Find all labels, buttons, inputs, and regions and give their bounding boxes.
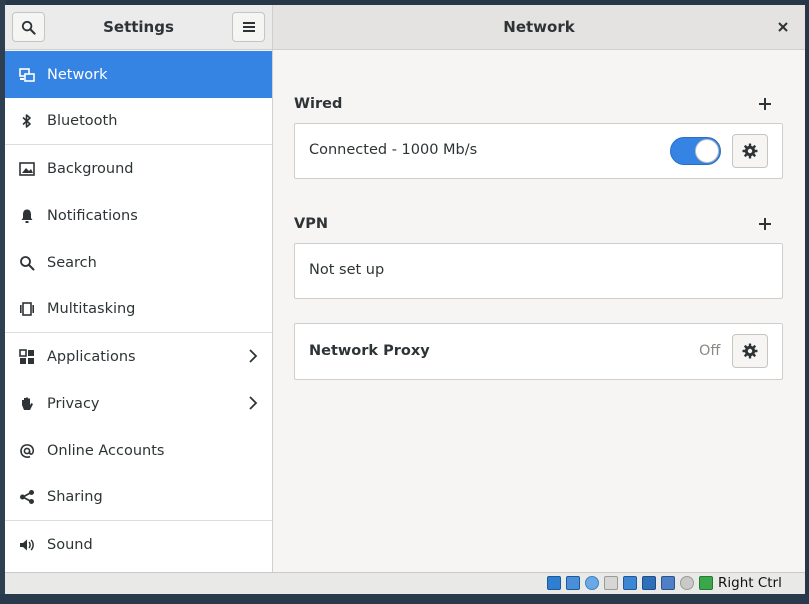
wired-settings-button[interactable] <box>732 134 768 168</box>
network-adapter-icon[interactable] <box>623 576 637 590</box>
hamburger-menu-icon <box>242 22 255 32</box>
share-icon <box>19 489 35 505</box>
sidebar-item-sharing[interactable]: Sharing <box>5 474 272 521</box>
bell-icon <box>19 208 35 224</box>
shared-folders-icon[interactable] <box>642 576 656 590</box>
network-proxy-settings-button[interactable] <box>732 334 768 368</box>
search-button[interactable] <box>12 12 45 42</box>
sidebar-item-label: Multitasking <box>47 301 136 317</box>
sidebar-item-label: Sound <box>47 536 93 553</box>
plus-icon <box>759 218 771 230</box>
mouse-integration-icon[interactable] <box>699 576 713 590</box>
vm-status-bar: Right Ctrl <box>5 572 805 594</box>
chevron-right-icon <box>249 349 258 363</box>
desktop-background-bottom <box>0 594 809 604</box>
hand-icon <box>19 396 35 412</box>
sidebar-item-sound[interactable]: Sound <box>5 521 272 568</box>
chevron-right-icon <box>249 396 258 410</box>
search-icon <box>21 20 36 35</box>
host-key-label: Right Ctrl <box>718 575 782 591</box>
usb-icon[interactable] <box>604 576 618 590</box>
sidebar-item-label: Online Accounts <box>47 442 165 459</box>
panel-header-bar: Network <box>273 5 805 50</box>
audio-icon[interactable] <box>585 576 599 590</box>
close-icon <box>778 22 788 32</box>
at-icon <box>19 443 35 459</box>
wired-connection-row: Connected - 1000 Mb/s <box>294 123 783 179</box>
close-button[interactable] <box>771 15 795 39</box>
network-proxy-row[interactable]: Network Proxy Off <box>294 323 783 380</box>
vpn-status: Not set up <box>309 262 385 278</box>
network-proxy-label: Network Proxy <box>309 343 430 359</box>
sidebar-header-bar: Settings <box>5 5 272 50</box>
sidebar-item-notifications[interactable]: Notifications <box>5 192 272 239</box>
network-proxy-status: Off <box>699 343 721 359</box>
speaker-icon <box>19 537 35 553</box>
sidebar-item-bluetooth[interactable]: Bluetooth <box>5 98 272 145</box>
sidebar-item-applications[interactable]: Applications <box>5 333 272 380</box>
optical-drive-icon[interactable] <box>566 576 580 590</box>
sidebar-item-label: Applications <box>47 348 136 365</box>
plus-icon <box>759 98 771 110</box>
bluetooth-icon <box>19 113 35 129</box>
sidebar-item-label: Background <box>47 160 134 177</box>
sidebar-item-privacy[interactable]: Privacy <box>5 380 272 427</box>
wired-section-title: Wired <box>294 96 343 112</box>
vpn-section-title: VPN <box>294 216 328 232</box>
background-icon <box>19 161 35 177</box>
sidebar-title: Settings <box>103 18 174 36</box>
toggle-knob <box>695 139 719 163</box>
gear-icon <box>742 343 758 359</box>
sidebar-item-label: Sharing <box>47 489 103 505</box>
vpn-row: Not set up <box>294 243 783 299</box>
panel-title: Network <box>503 18 575 36</box>
sidebar-item-label: Search <box>47 254 97 271</box>
sidebar-item-label: Privacy <box>47 395 100 412</box>
wired-status: Connected - 1000 Mb/s <box>309 142 478 158</box>
sidebar-item-background[interactable]: Background <box>5 145 272 192</box>
sidebar-item-label: Bluetooth <box>47 113 118 129</box>
sidebar-item-label: Notifications <box>47 207 138 224</box>
sidebar-item-label: Network <box>47 66 108 83</box>
add-wired-button[interactable] <box>755 94 775 114</box>
network-panel: Wired Connected - 1000 Mb/s VPN Not set … <box>273 51 805 572</box>
gear-icon <box>742 143 758 159</box>
main-menu-button[interactable] <box>232 12 265 42</box>
network-icon <box>19 67 35 83</box>
wired-toggle-switch[interactable] <box>670 137 721 165</box>
add-vpn-button[interactable] <box>755 214 775 234</box>
apps-grid-icon <box>19 348 35 365</box>
search-icon <box>19 255 35 271</box>
sidebar-item-network[interactable]: Network <box>5 51 272 98</box>
display-icon[interactable] <box>661 576 675 590</box>
sidebar-item-search[interactable]: Search <box>5 239 272 286</box>
sidebar: Network Bluetooth Background Notificatio… <box>5 51 272 572</box>
sidebar-item-multitasking[interactable]: Multitasking <box>5 286 272 333</box>
sidebar-item-online-accounts[interactable]: Online Accounts <box>5 427 272 474</box>
settings-window: Settings Network Network Bluetooth Backg… <box>5 5 805 572</box>
hard-disk-icon[interactable] <box>547 576 561 590</box>
recording-icon[interactable] <box>680 576 694 590</box>
multitasking-icon <box>19 301 35 317</box>
